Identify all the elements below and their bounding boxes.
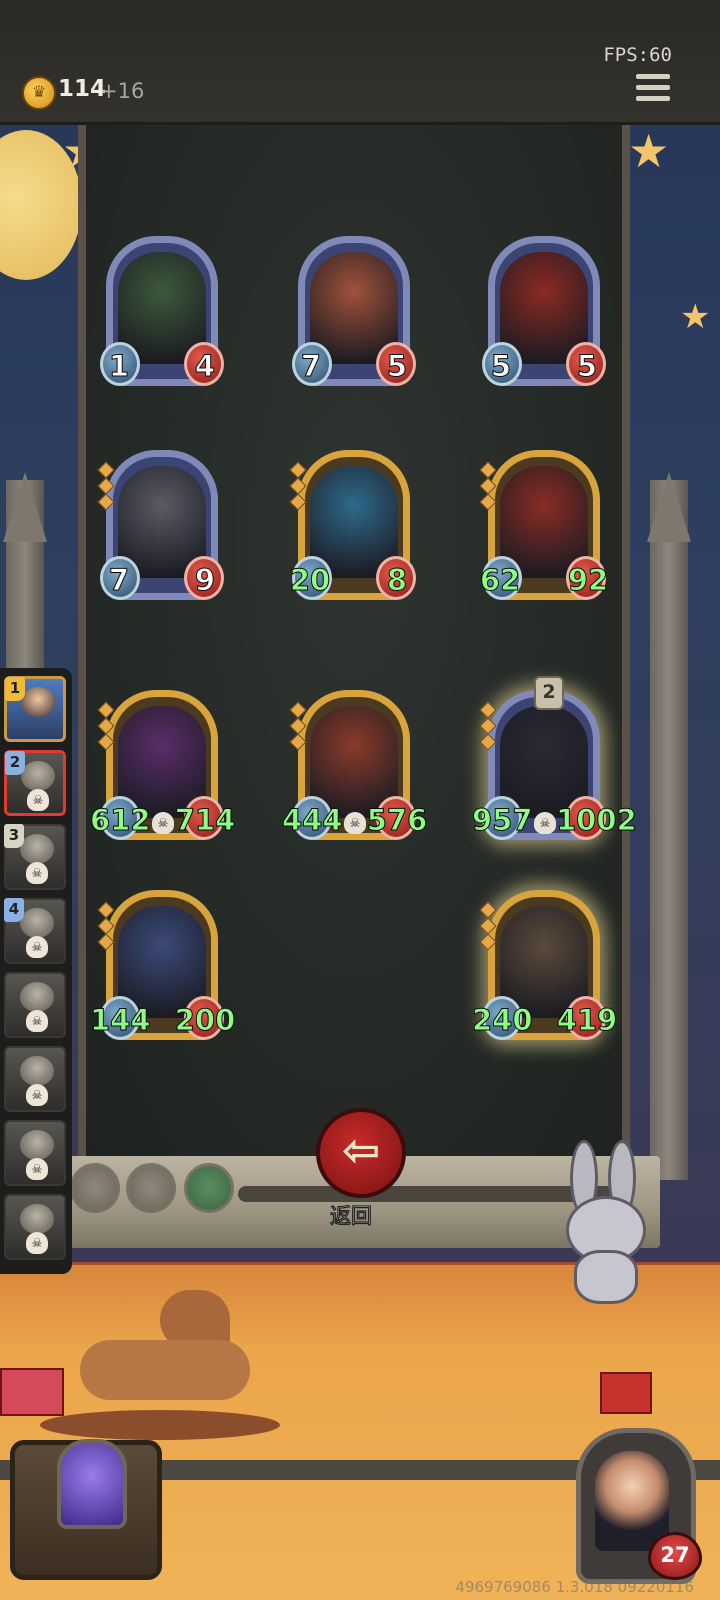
minion-attack: 957 <box>472 803 534 837</box>
player-avatar <box>20 1130 54 1160</box>
leaderboard-player[interactable]: 3 ☠ <box>4 824 66 890</box>
tavern-gem-icon <box>57 1439 127 1529</box>
minion-attack: 62 <box>479 563 521 597</box>
minion-health: 5 <box>386 349 408 383</box>
fps-counter: FPS:60 <box>603 44 672 66</box>
player-avatar <box>20 1204 54 1234</box>
player-rank: 4 <box>4 898 24 922</box>
left-pillar-cap <box>3 472 47 542</box>
minion-card[interactable]: 144 200 <box>90 890 236 1048</box>
minion-card[interactable]: 444 576 ☠ <box>282 690 428 848</box>
leaderboard-player[interactable]: 4 ☠ <box>4 898 66 964</box>
minion-health: 5 <box>576 349 598 383</box>
minion-health: 714 <box>174 803 236 837</box>
player-avatar <box>20 982 54 1012</box>
leaderboard-player[interactable]: ☠ <box>4 1046 66 1112</box>
minion-card[interactable]: 957 1002 ☠ 2 <box>472 676 637 848</box>
minion-card[interactable]: 75 <box>292 236 416 394</box>
minion-attack: 20 <box>289 563 331 597</box>
minion-card[interactable]: 240 419 <box>472 890 618 1048</box>
minion-health: 1002 <box>556 803 638 837</box>
star-decoration: ★ <box>680 297 711 337</box>
minion-card[interactable]: 14 <box>100 236 224 394</box>
tavern-button[interactable] <box>10 1439 162 1580</box>
player-leaderboard: 1 2 ☠ 3 ☠ 4 ☠ ☠ ☠ ☠ ☠ <box>0 668 72 1274</box>
back-button[interactable]: ⇦ <box>316 1108 406 1198</box>
minion-attack: 144 <box>90 1003 152 1037</box>
leaderboard-player[interactable]: ☠ <box>4 1194 66 1260</box>
back-button-label: 返回 <box>330 1204 373 1229</box>
minion-health: 576 <box>366 803 428 837</box>
minion-card[interactable]: 79 <box>97 450 224 608</box>
gold-coin-icon: ♛ <box>22 76 56 110</box>
player-rank: 2 <box>5 751 25 775</box>
skull-icon: ☠ <box>27 789 49 811</box>
skull-icon: ☠ <box>26 1010 48 1032</box>
leaderboard-player[interactable]: 1 <box>4 676 66 742</box>
rocking-horse-decoration <box>40 1290 280 1460</box>
tier-badge: 2 <box>534 676 564 710</box>
minion-health: 200 <box>174 1003 236 1037</box>
minion-attack: 444 <box>282 803 344 837</box>
shelf-slot-icon <box>126 1163 176 1213</box>
player-rank: 3 <box>4 824 24 848</box>
player-avatar <box>20 908 54 938</box>
minion-health: 9 <box>194 563 216 597</box>
minion-health: 419 <box>556 1003 618 1037</box>
leaderboard-player[interactable]: ☠ <box>4 1120 66 1186</box>
toy-block-decoration <box>600 1372 652 1414</box>
minion-card[interactable]: 55 <box>482 236 606 394</box>
minion-attack: 612 <box>90 803 152 837</box>
minion-attack: 7 <box>300 349 322 383</box>
hero-face <box>595 1451 669 1551</box>
minion-health: 4 <box>194 349 216 383</box>
leaderboard-player[interactable]: ☠ <box>4 972 66 1038</box>
toy-block-decoration <box>0 1368 64 1416</box>
minion-card[interactable]: 62 92 <box>479 450 609 608</box>
minion-attack: 240 <box>472 1003 534 1037</box>
hero-health: 27 <box>648 1532 702 1580</box>
arrow-left-icon: ⇦ <box>341 1123 381 1177</box>
player-avatar <box>21 687 55 717</box>
minion-attack: 7 <box>108 563 130 597</box>
player-avatar <box>20 1056 54 1086</box>
shelf-slot-icon <box>70 1163 120 1213</box>
skull-icon: ☠ <box>26 1158 48 1180</box>
leaderboard-player[interactable]: 2 ☠ <box>4 750 66 816</box>
player-avatar <box>21 761 55 791</box>
minion-card[interactable]: 612 714 ☠ <box>90 690 236 848</box>
deathrattle-skull-icon: ☠ <box>534 812 556 834</box>
skull-icon: ☠ <box>26 1084 48 1106</box>
minion-attack: 5 <box>490 349 512 383</box>
skull-icon: ☠ <box>26 936 48 958</box>
skull-icon: ☠ <box>26 862 48 884</box>
minion-health: 92 <box>567 563 609 597</box>
build-id: 4969769086 1.3.018 09220116 <box>455 1578 694 1596</box>
minion-card[interactable]: 20 8 <box>289 450 416 608</box>
bunny-mascot[interactable] <box>556 1140 648 1304</box>
gold-income: +16 <box>100 79 145 103</box>
right-pillar <box>650 480 688 1180</box>
minion-health: 8 <box>386 563 408 597</box>
minion-attack: 1 <box>108 349 130 383</box>
deathrattle-skull-icon: ☠ <box>344 812 366 834</box>
right-pillar-cap <box>647 472 691 542</box>
shelf-slot-icon <box>184 1163 234 1213</box>
skull-icon: ☠ <box>26 1232 48 1254</box>
deathrattle-skull-icon: ☠ <box>152 812 174 834</box>
hamburger-menu-icon[interactable] <box>636 74 670 104</box>
top-bar: ♛ 114 +16 FPS:60 <box>0 0 720 125</box>
gold-amount: 114 <box>58 76 107 102</box>
player-avatar <box>20 834 54 864</box>
star-decoration: ★ <box>628 124 670 178</box>
player-rank: 1 <box>5 677 25 701</box>
